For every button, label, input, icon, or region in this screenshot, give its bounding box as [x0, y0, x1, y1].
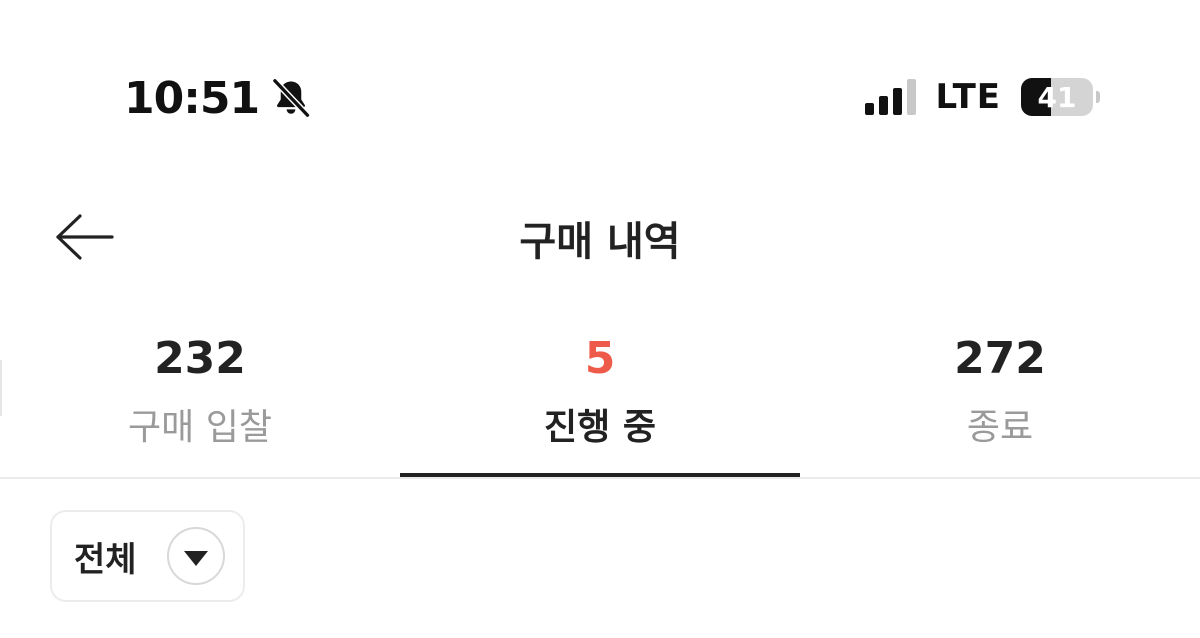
tab-completed-count: 272 — [954, 333, 1046, 384]
status-indicators: LTE 41 — [864, 76, 1100, 118]
status-bar: 10:51 LTE 41 — [0, 0, 1200, 195]
tab-completed[interactable]: 272 종료 — [800, 326, 1200, 479]
tab-in-progress-label: 진행 중 — [544, 407, 656, 448]
tab-bidding[interactable]: 232 구매 입찰 — [0, 326, 400, 479]
cellular-signal-icon — [864, 79, 916, 115]
time-group: 10:51 — [124, 72, 313, 124]
purchase-history-screen: 10:51 LTE 41 구매 내역 232 구매 입찰 5 진행 중 272 … — [0, 0, 1200, 638]
tabs-divider — [0, 477, 1200, 479]
tab-bidding-label: 구매 입찰 — [128, 407, 272, 448]
tab-in-progress-count: 5 — [584, 333, 616, 384]
app-header: 구매 내역 — [0, 195, 1200, 280]
filter-dropdown[interactable]: 전체 — [50, 510, 245, 602]
filter-label: 전체 — [74, 539, 137, 580]
tab-bidding-count: 232 — [154, 333, 246, 384]
dropdown-toggle — [166, 527, 225, 585]
tab-in-progress[interactable]: 5 진행 중 — [400, 326, 800, 479]
caret-down-icon — [183, 550, 208, 566]
battery-level: 41 — [1037, 80, 1077, 114]
status-tabs: 232 구매 입찰 5 진행 중 272 종료 — [0, 326, 1200, 479]
battery-icon: 41 — [1021, 78, 1100, 116]
status-time: 10:51 — [124, 72, 260, 124]
bell-slash-icon — [271, 77, 311, 119]
page-title: 구매 내역 — [519, 219, 681, 265]
network-type: LTE — [935, 77, 1001, 117]
tab-completed-label: 종료 — [966, 407, 1034, 448]
